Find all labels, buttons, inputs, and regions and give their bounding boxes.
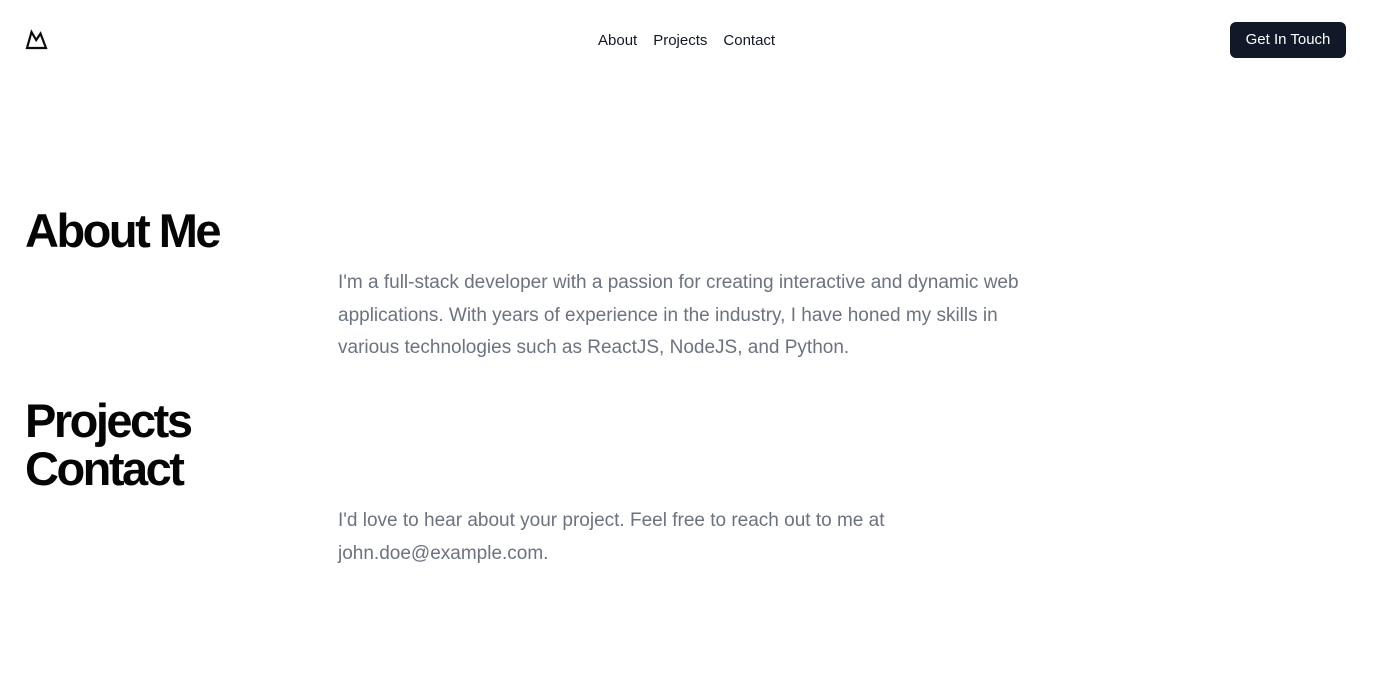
nav-contact-link[interactable]: Contact [723,31,775,51]
get-in-touch-button[interactable]: Get In Touch [1230,22,1346,58]
about-heading: About Me [25,204,222,257]
nav-about-link[interactable]: About [598,31,637,51]
mountain-logo-icon[interactable] [25,29,48,51]
contact-heading: Contact [25,442,185,495]
contact-description: I'd love to hear about your project. Fee… [338,510,885,564]
portfolio-page: About Projects Contact Get In Touch Abou… [0,0,1376,699]
about-description: I'm a full-stack developer with a passio… [338,272,1019,358]
projects-heading: Projects [25,394,193,447]
mountain-outline-icon [25,29,48,50]
nav-projects-link[interactable]: Projects [653,31,707,51]
site-header: About Projects Contact Get In Touch [0,0,1376,80]
main-navigation: About Projects Contact [598,31,775,51]
